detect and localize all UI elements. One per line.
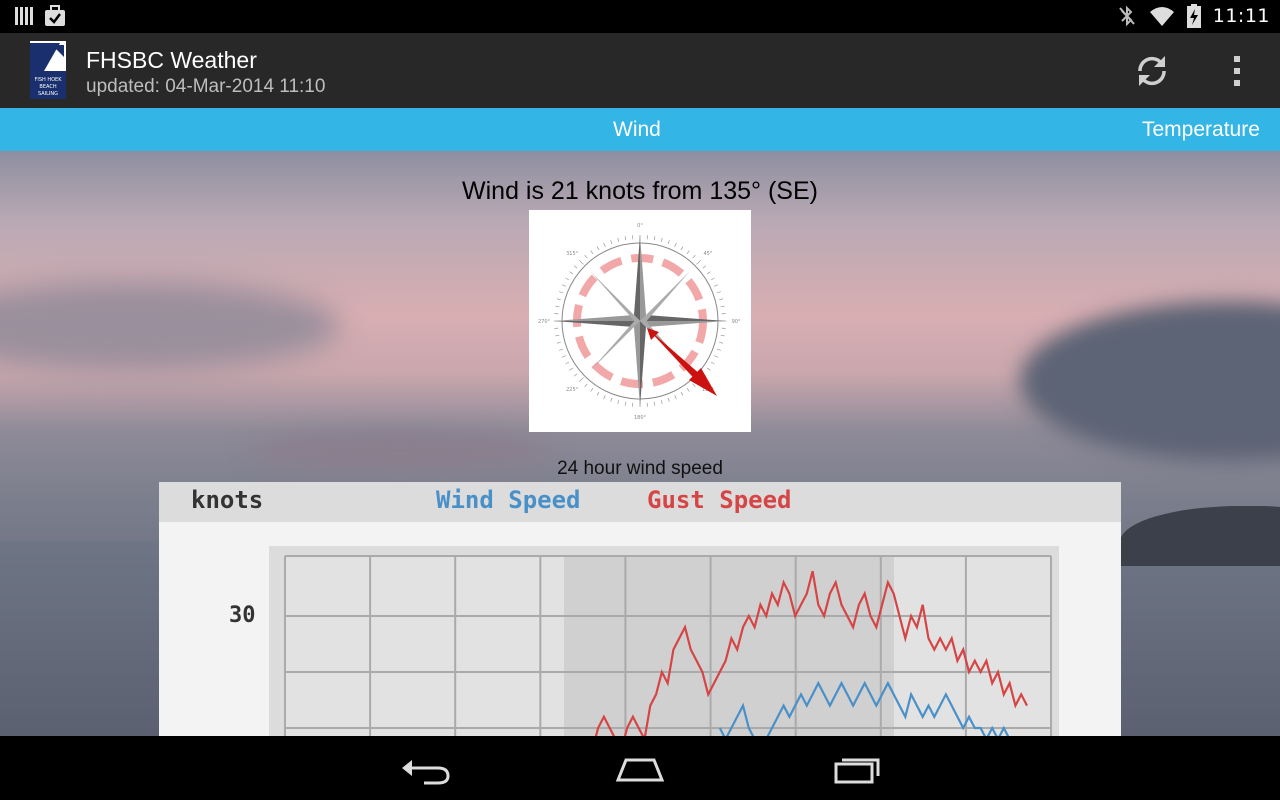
background-cloud: [0, 281, 340, 371]
background-hill: [1120, 506, 1280, 566]
svg-text:SAILING: SAILING: [38, 91, 58, 97]
compass-label: 270°: [538, 319, 551, 325]
back-icon[interactable]: [394, 750, 454, 786]
tab-wind[interactable]: Wind: [613, 118, 661, 142]
action-bar: FISH HOEK BEACH SAILING FHSBC Weather up…: [0, 33, 1280, 108]
battery-charging-icon: [1186, 4, 1201, 28]
svg-text:FISH HOEK: FISH HOEK: [34, 77, 62, 83]
tab-temperature[interactable]: Temperature: [1142, 118, 1260, 142]
clock: 11:11: [1212, 5, 1270, 27]
briefcase-check-icon: [45, 5, 65, 26]
legend-wind-speed: Wind Speed: [436, 486, 581, 514]
compass-label: 0°: [637, 223, 643, 229]
bluetooth-off-icon: [1118, 5, 1135, 27]
compass-label: 225°: [566, 387, 579, 393]
svg-text:BEACH: BEACH: [39, 84, 56, 90]
overflow-menu-icon[interactable]: [1222, 53, 1252, 89]
chart-header: [159, 482, 1121, 522]
chart-unit-label: knots: [191, 486, 263, 514]
wifi-icon: [1149, 7, 1174, 26]
app-title: FHSBC Weather: [86, 47, 257, 73]
signal-bars-icon: [15, 7, 33, 25]
compass-label: 315°: [566, 251, 579, 257]
home-icon[interactable]: [610, 750, 670, 786]
compass-label: 180°: [634, 415, 647, 421]
background-cloud: [1020, 301, 1280, 461]
status-bar: 11:11: [0, 0, 1280, 33]
compass-label: 45°: [703, 251, 712, 257]
wind-panel: Wind is 21 knots from 135° (SE) 0° 45° 90°…: [0, 151, 1280, 736]
chart-caption: 24 hour wind speed: [557, 458, 723, 479]
club-logo: FISH HOEK BEACH SAILING: [30, 41, 66, 99]
wind-headline: Wind is 21 knots from 135° (SE): [462, 177, 818, 205]
navigation-bar: [0, 736, 1280, 800]
compass-label: 90°: [732, 319, 741, 325]
tab-strip: Wind Temperature: [0, 108, 1280, 151]
compass-rose: 0°45°90°135°180°225°270°315°: [529, 210, 751, 432]
refresh-icon[interactable]: [1132, 51, 1172, 91]
legend-gust-speed: Gust Speed: [647, 486, 792, 514]
recents-icon[interactable]: [828, 750, 888, 786]
status-left: [14, 5, 66, 27]
last-updated: updated: 04-Mar-2014 11:10: [86, 76, 326, 97]
y-tick-label: 30: [229, 603, 256, 628]
status-right: 11:11: [1117, 4, 1270, 28]
wind-speed-chart: knots Wind Speed Gust Speed 30: [159, 482, 1121, 736]
